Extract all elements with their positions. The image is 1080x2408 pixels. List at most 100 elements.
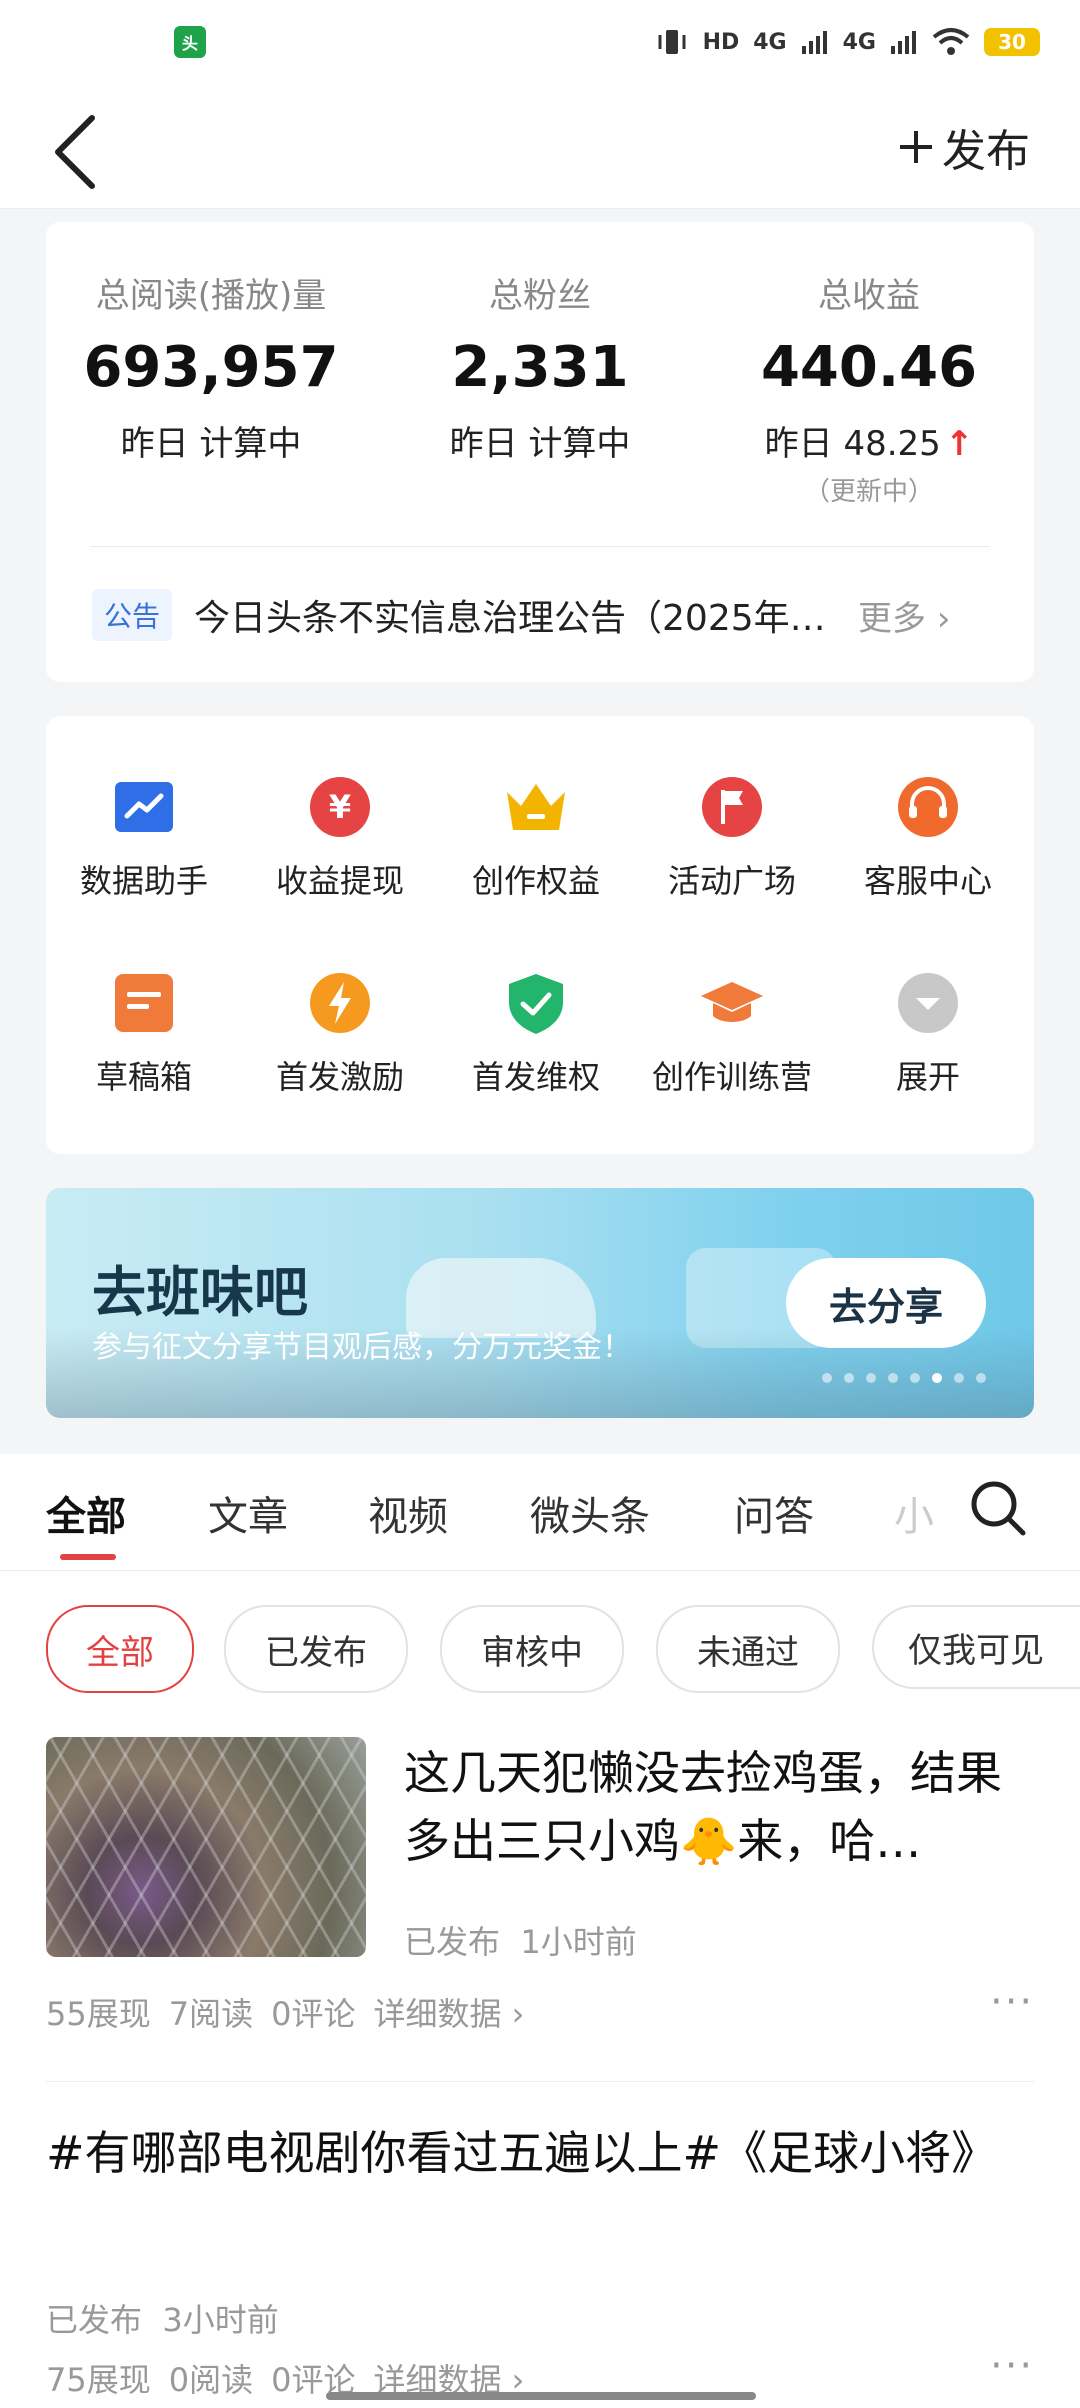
pagination-dot — [976, 1373, 986, 1383]
battery-icon: 30 — [984, 28, 1040, 56]
plus-icon — [900, 131, 932, 163]
tool-label: 活动广场 — [667, 862, 796, 900]
impressions: 55展现 — [46, 1995, 151, 2033]
banner-pagination — [822, 1373, 986, 1383]
home-indicator[interactable] — [326, 2392, 756, 2400]
article-time: 1小时前 — [520, 1923, 637, 1961]
tab-videos[interactable]: 视频 — [368, 1484, 448, 1542]
article-title[interactable]: #有哪部电视剧你看过五遍以上#《足球小将》 — [46, 2119, 1006, 2187]
tab-qa[interactable]: 问答 — [734, 1484, 814, 1542]
crown-icon — [503, 774, 569, 840]
signal-icon — [801, 31, 827, 54]
comments: 0评论 — [271, 1995, 356, 2033]
article-title[interactable]: 这几天犯懒没去捡鸡蛋，结果多出三只小鸡🐥来，哈… — [404, 1739, 1034, 1875]
publish-button[interactable]: 发布 — [898, 115, 1030, 179]
tool-label: 收益提现 — [275, 862, 404, 900]
tool-expand[interactable]: 展开 — [830, 970, 1026, 1098]
tool-flag[interactable]: 活动广场 — [634, 774, 830, 902]
back-arrow-icon[interactable] — [48, 112, 108, 192]
status-bar: 头 HD 4G 4G 30 — [0, 0, 1080, 90]
content-list: 全部 已发布 审核中 未通过 仅我可见 这几天犯懒没去捡鸡蛋，结果多出三只小鸡🐥… — [0, 1571, 1080, 2408]
stat-yesterday: 昨日 计算中 — [120, 424, 302, 464]
stat-label: 总粉丝 — [489, 276, 591, 316]
article-time: 3小时前 — [162, 2301, 279, 2339]
stat-note: （更新中） — [803, 477, 934, 507]
toutiao-app-icon: 头 — [174, 26, 206, 58]
banner-share-button[interactable]: 去分享 — [786, 1258, 986, 1348]
tab-more-partial[interactable]: 小 — [894, 1484, 934, 1542]
article-status-text: 已发布 — [46, 2301, 143, 2339]
promo-banner[interactable]: 去班味吧 参与征文分享节目观后感，分万元奖金！ 去分享 — [46, 1188, 1034, 1418]
stat-value: 2,331 — [451, 335, 629, 400]
svg-text:¥: ¥ — [329, 788, 351, 826]
impressions: 75展现 — [46, 2361, 151, 2399]
more-options-icon[interactable]: ··· — [990, 1979, 1034, 2025]
tool-label: 数据助手 — [79, 862, 208, 900]
shield-check-icon — [503, 970, 569, 1036]
article-metrics: 55展现 7阅读 0评论 详细数据 › — [46, 1989, 524, 2035]
stat-value: 440.46 — [760, 335, 978, 400]
tool-label: 创作训练营 — [651, 1058, 812, 1096]
divider — [46, 2081, 1034, 2082]
stat-total-reads[interactable]: 总阅读(播放)量 693,957 昨日 计算中 — [46, 222, 376, 465]
tool-label: 草稿箱 — [95, 1058, 192, 1096]
pagination-dot — [822, 1373, 832, 1383]
tool-graduation-cap[interactable]: 创作训练营 — [634, 970, 830, 1098]
tool-data-chart[interactable]: 数据助手 — [46, 774, 242, 902]
filter-all[interactable]: 全部 — [46, 1605, 194, 1693]
stat-yesterday: 昨日 计算中 — [449, 424, 631, 464]
pagination-dot — [888, 1373, 898, 1383]
more-options-icon[interactable]: ··· — [990, 2343, 1034, 2389]
filter-published[interactable]: 已发布 — [224, 1605, 408, 1693]
network-4g-2: 4G — [842, 29, 876, 55]
filter-rejected[interactable]: 未通过 — [656, 1605, 840, 1693]
tool-draft[interactable]: 草稿箱 — [46, 970, 242, 1098]
article-status-text: 已发布 — [404, 1923, 501, 1961]
article-status: 已发布 3小时前 — [46, 2295, 279, 2341]
banner-subtitle: 参与征文分享节目观后感，分万元奖金！ — [92, 1330, 632, 1365]
detail-data-label: 详细数据 — [373, 1995, 502, 2033]
tool-headset[interactable]: 客服中心 — [830, 774, 1026, 902]
hd-label: HD — [702, 29, 740, 55]
stat-label: 总收益 — [818, 276, 920, 316]
status-icons: HD 4G 4G 30 — [655, 22, 1040, 62]
data-chart-icon — [111, 774, 177, 840]
reads: 0阅读 — [168, 2361, 254, 2399]
detail-data-link[interactable]: 详细数据 › — [373, 1989, 524, 2035]
graduation-cap-icon — [699, 970, 765, 1036]
tab-all[interactable]: 全部 — [46, 1484, 126, 1542]
article-thumbnail[interactable] — [46, 1737, 366, 1957]
filter-reviewing[interactable]: 审核中 — [440, 1605, 624, 1693]
divider — [90, 546, 990, 547]
pagination-dot — [954, 1373, 964, 1383]
tool-lightning[interactable]: 首发激励 — [242, 970, 438, 1098]
search-icon[interactable] — [968, 1478, 1028, 1538]
notice-row[interactable]: 公告 今日头条不实信息治理公告（2025年… 更多 › — [92, 580, 992, 650]
headset-icon — [895, 774, 961, 840]
notice-tag: 公告 — [92, 589, 173, 641]
tool-label: 首发激励 — [275, 1058, 404, 1096]
tool-label: 客服中心 — [863, 862, 992, 900]
stat-total-income[interactable]: 总收益 440.46 昨日 48.25 ↑ （更新中） — [704, 222, 1034, 508]
network-4g-1: 4G — [753, 29, 787, 55]
tab-articles[interactable]: 文章 — [208, 1484, 288, 1542]
lightning-icon — [307, 970, 373, 1036]
pagination-dot — [844, 1373, 854, 1383]
tool-label: 展开 — [895, 1058, 960, 1096]
reads: 7阅读 — [168, 1995, 254, 2033]
vibrate-icon — [658, 30, 686, 54]
notice-more-label: 更多 — [858, 598, 927, 639]
pagination-dot — [866, 1373, 876, 1383]
pagination-dot — [932, 1373, 942, 1383]
tool-crown[interactable]: 创作权益 — [438, 774, 634, 902]
filter-private[interactable]: 仅我可见 — [872, 1605, 1080, 1689]
stat-value: 693,957 — [83, 335, 339, 400]
stat-total-fans[interactable]: 总粉丝 2,331 昨日 计算中 — [375, 222, 705, 465]
tool-yuan[interactable]: ¥ 收益提现 — [242, 774, 438, 902]
tab-active-indicator — [60, 1554, 116, 1560]
notice-more-link[interactable]: 更多 › — [858, 591, 950, 640]
tab-micro-headlines[interactable]: 微头条 — [530, 1484, 650, 1542]
tool-label: 首发维权 — [471, 1058, 600, 1096]
tool-shield-check[interactable]: 首发维权 — [438, 970, 634, 1098]
notice-text[interactable]: 今日头条不实信息治理公告（2025年… — [194, 589, 834, 641]
